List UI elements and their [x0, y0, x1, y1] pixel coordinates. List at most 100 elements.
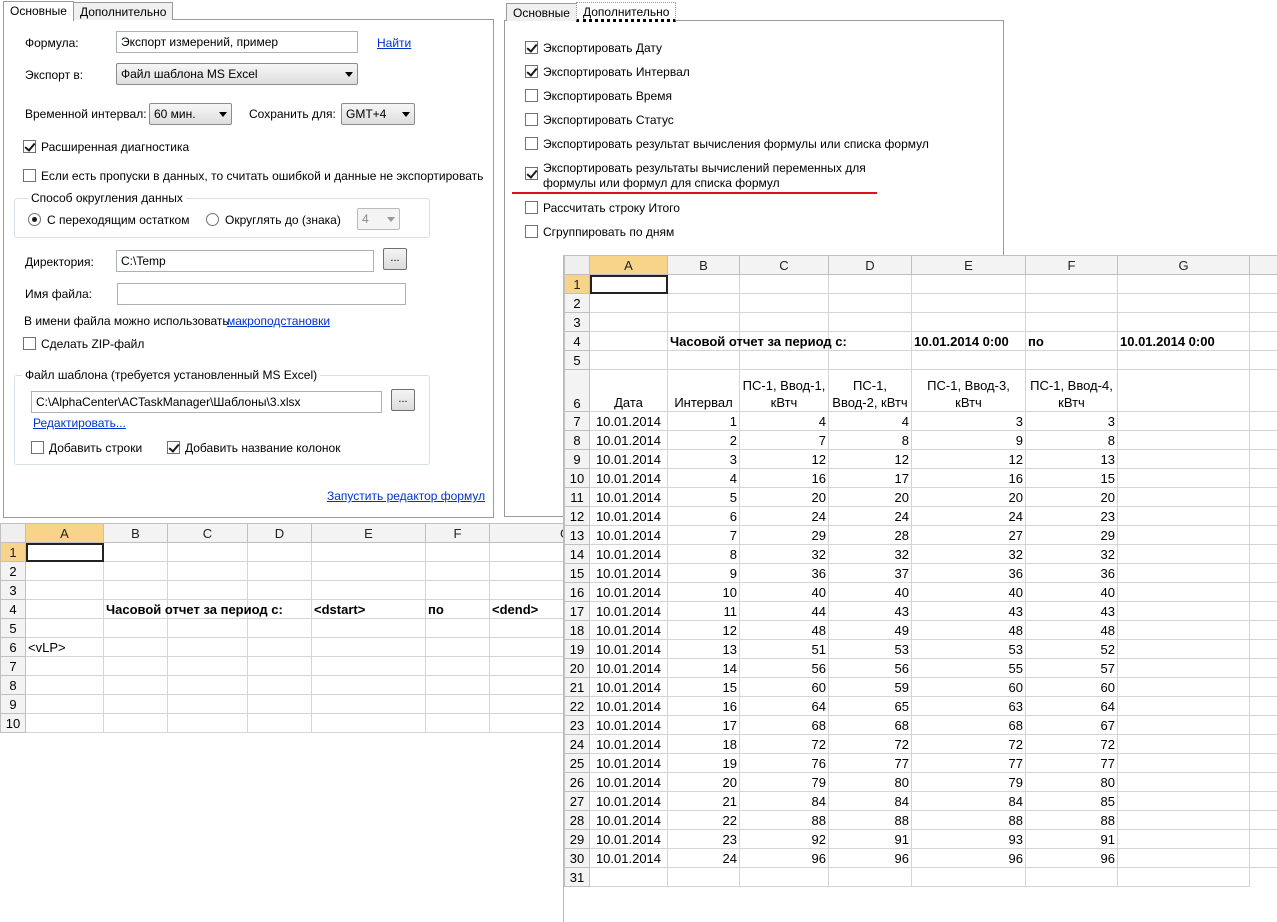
cell-c[interactable]: 72: [739, 734, 829, 754]
cell-interval[interactable]: 12: [667, 620, 740, 640]
cell[interactable]: [667, 293, 740, 313]
column-header-G[interactable]: G: [489, 523, 563, 543]
cell[interactable]: [1249, 791, 1277, 811]
cell[interactable]: [311, 637, 426, 657]
cell-e[interactable]: 9: [911, 430, 1026, 450]
column-header-G[interactable]: G: [1117, 255, 1250, 275]
cell[interactable]: [25, 561, 104, 581]
cell-c[interactable]: 64: [739, 696, 829, 716]
row-header[interactable]: 11: [564, 487, 590, 507]
filename-input[interactable]: [117, 283, 406, 305]
cell-f[interactable]: 52: [1025, 639, 1118, 659]
cell[interactable]: [311, 694, 426, 714]
cell-d[interactable]: 88: [828, 810, 912, 830]
cell[interactable]: [25, 599, 104, 619]
row-header[interactable]: 16: [564, 582, 590, 602]
cell[interactable]: [247, 675, 312, 695]
row-header-3[interactable]: 3: [0, 580, 26, 600]
cell-d[interactable]: 32: [828, 544, 912, 564]
tab-additional[interactable]: Дополнительно: [576, 2, 677, 22]
cell[interactable]: [667, 312, 740, 332]
export-select[interactable]: Файл шаблона MS Excel: [116, 63, 358, 85]
cell-date[interactable]: 10.01.2014: [589, 525, 668, 545]
cell[interactable]: [425, 542, 490, 562]
add-column-names-checkbox[interactable]: [167, 441, 180, 454]
cell[interactable]: [1249, 848, 1277, 868]
cell[interactable]: [1117, 696, 1250, 716]
row-header[interactable]: 26: [564, 772, 590, 792]
cell[interactable]: [489, 713, 563, 733]
cell-c[interactable]: 48: [739, 620, 829, 640]
cell-f[interactable]: 8: [1025, 430, 1118, 450]
cell[interactable]: [425, 694, 490, 714]
cell[interactable]: [1249, 350, 1277, 370]
cell-date[interactable]: 10.01.2014: [589, 620, 668, 640]
cell-c[interactable]: 24: [739, 506, 829, 526]
cell[interactable]: [1249, 582, 1277, 602]
cell-date[interactable]: 10.01.2014: [589, 563, 668, 583]
cell[interactable]: [247, 542, 312, 562]
cell[interactable]: [1025, 312, 1118, 332]
cell[interactable]: ПС-1, Ввод-2, кВтч: [828, 369, 912, 412]
column-header-F[interactable]: F: [1025, 255, 1118, 275]
cell-date[interactable]: 10.01.2014: [589, 772, 668, 792]
row-header-4[interactable]: 4: [564, 331, 590, 351]
cell-d[interactable]: 53: [828, 639, 912, 659]
cell[interactable]: [1025, 274, 1118, 294]
cell-interval[interactable]: 20: [667, 772, 740, 792]
cell[interactable]: [1117, 601, 1250, 621]
cell[interactable]: [1117, 369, 1250, 412]
row-header-6[interactable]: 6: [0, 637, 26, 657]
cell[interactable]: [247, 656, 312, 676]
cell[interactable]: [1117, 468, 1250, 488]
row-header[interactable]: 30: [564, 848, 590, 868]
cell[interactable]: [1117, 487, 1250, 507]
cell-d[interactable]: 8: [828, 430, 912, 450]
cell-d[interactable]: 43: [828, 601, 912, 621]
cell-e[interactable]: 32: [911, 544, 1026, 564]
cell[interactable]: [25, 542, 104, 562]
cell-d[interactable]: 49: [828, 620, 912, 640]
row-header[interactable]: 23: [564, 715, 590, 735]
cell-interval[interactable]: 3: [667, 449, 740, 469]
cell[interactable]: ПС-1, Ввод-3, кВтч: [911, 369, 1026, 412]
cell-c[interactable]: 40: [739, 582, 829, 602]
row-header-5[interactable]: 5: [0, 618, 26, 638]
cell-d[interactable]: 37: [828, 563, 912, 583]
cell-c[interactable]: 96: [739, 848, 829, 868]
cell[interactable]: [1117, 734, 1250, 754]
cell[interactable]: [167, 694, 248, 714]
export-option-checkbox-3[interactable]: [525, 113, 538, 126]
cell-date[interactable]: 10.01.2014: [589, 411, 668, 431]
cell[interactable]: [25, 656, 104, 676]
cell[interactable]: [1249, 411, 1277, 431]
cell-f[interactable]: 60: [1025, 677, 1118, 697]
cell-interval[interactable]: 21: [667, 791, 740, 811]
cell-e[interactable]: 24: [911, 506, 1026, 526]
cell-date[interactable]: 10.01.2014: [589, 487, 668, 507]
cell-f[interactable]: 80: [1025, 772, 1118, 792]
tab-main[interactable]: Основные: [506, 3, 577, 21]
cell[interactable]: [167, 656, 248, 676]
cell[interactable]: [739, 350, 829, 370]
cell[interactable]: [247, 694, 312, 714]
cell[interactable]: [1117, 293, 1250, 313]
cell-e[interactable]: 20: [911, 487, 1026, 507]
cell[interactable]: [1249, 544, 1277, 564]
cell[interactable]: [489, 675, 563, 695]
cell[interactable]: [1249, 331, 1277, 351]
row-header[interactable]: 25: [564, 753, 590, 773]
column-header-B[interactable]: B: [667, 255, 740, 275]
cell[interactable]: [911, 350, 1026, 370]
cell[interactable]: [247, 713, 312, 733]
row-header[interactable]: 20: [564, 658, 590, 678]
cell[interactable]: <dend>: [489, 599, 563, 619]
cell[interactable]: [1025, 867, 1118, 887]
cell-f[interactable]: 57: [1025, 658, 1118, 678]
cell[interactable]: [1117, 274, 1250, 294]
cell-date[interactable]: 10.01.2014: [589, 677, 668, 697]
row-header-8[interactable]: 8: [0, 675, 26, 695]
column-header-D[interactable]: D: [828, 255, 912, 275]
row-header[interactable]: 7: [564, 411, 590, 431]
row-header-7[interactable]: 7: [0, 656, 26, 676]
